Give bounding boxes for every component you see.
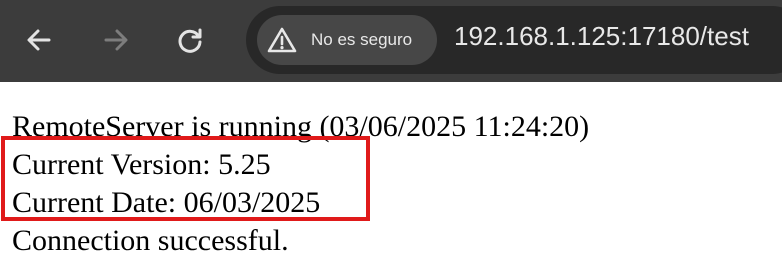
security-indicator-button[interactable]: No es seguro — [257, 15, 437, 65]
back-button[interactable] — [16, 17, 62, 63]
warning-triangle-icon — [267, 26, 297, 54]
arrow-left-icon — [27, 29, 51, 51]
version-line: Current Version: 5.25 — [12, 148, 271, 181]
reload-icon — [178, 28, 202, 53]
page-content: RemoteServer is running (03/06/2025 11:2… — [12, 108, 589, 260]
address-bar[interactable]: No es seguro 192.168.1.125:17180/test — [246, 6, 782, 74]
status-line: RemoteServer is running (03/06/2025 11:2… — [12, 110, 590, 143]
reload-button[interactable] — [167, 17, 213, 63]
forward-button[interactable] — [93, 17, 139, 63]
arrow-right-icon — [104, 29, 128, 51]
security-label: No es seguro — [311, 30, 413, 49]
url-text[interactable]: 192.168.1.125:17180/test — [454, 21, 749, 52]
date-line: Current Date: 06/03/2025 — [12, 186, 321, 219]
connection-line: Connection successful. — [12, 224, 289, 257]
browser-toolbar: No es seguro 192.168.1.125:17180/test — [0, 0, 782, 82]
